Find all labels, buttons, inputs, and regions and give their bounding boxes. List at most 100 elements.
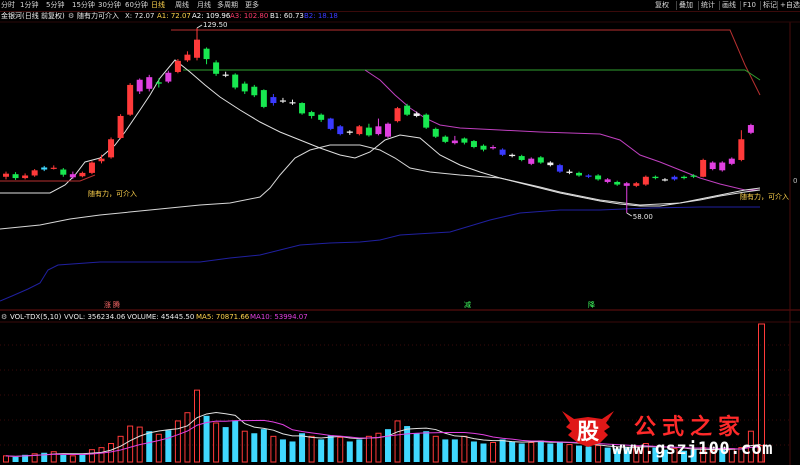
candle-body[interactable] [652, 176, 659, 179]
candle-body[interactable] [633, 183, 640, 186]
volume-bar[interactable] [3, 455, 9, 463]
volume-bar[interactable] [270, 435, 277, 463]
candle-body[interactable] [12, 174, 19, 179]
volume-bar[interactable] [470, 441, 477, 462]
volume-bar[interactable] [423, 431, 430, 462]
volume-bar[interactable] [547, 443, 554, 462]
candle-body[interactable] [213, 62, 220, 74]
candle-body[interactable] [50, 167, 57, 169]
volume-bar[interactable] [60, 454, 67, 462]
candle-body[interactable] [165, 72, 172, 82]
volume-bar[interactable] [385, 429, 391, 462]
candle-body[interactable] [98, 158, 105, 162]
volume-bar[interactable] [499, 439, 506, 462]
candle-body[interactable] [595, 175, 602, 180]
volume-bar[interactable] [241, 430, 248, 463]
volume-bar[interactable] [451, 439, 458, 462]
candle-body[interactable] [308, 112, 315, 116]
candle-body[interactable] [31, 170, 38, 176]
candle-body[interactable] [661, 179, 668, 181]
volume-bar[interactable] [480, 443, 487, 462]
candle-body[interactable] [537, 157, 544, 163]
volume-bar[interactable] [155, 433, 162, 463]
candle-body[interactable] [194, 39, 200, 58]
volume-bar[interactable] [50, 451, 57, 463]
candle-body[interactable] [174, 60, 181, 72]
candle-body[interactable] [79, 172, 86, 177]
candle-body[interactable] [41, 167, 48, 170]
candle-body[interactable] [289, 102, 296, 104]
candle-body[interactable] [623, 183, 630, 186]
candle-body[interactable] [155, 82, 162, 84]
volume-bar[interactable] [337, 436, 344, 463]
volume-bar[interactable] [432, 435, 439, 463]
volume-bar[interactable] [165, 430, 172, 462]
candle-body[interactable] [700, 159, 707, 177]
candle-body[interactable] [432, 128, 439, 137]
candle-body[interactable] [461, 138, 468, 143]
candle-body[interactable] [260, 90, 267, 107]
candle-body[interactable] [108, 139, 115, 158]
volume-bar[interactable] [394, 420, 401, 463]
candle-body[interactable] [413, 113, 420, 116]
volume-bar[interactable] [356, 439, 363, 462]
candle-body[interactable] [184, 54, 191, 61]
candle-body[interactable] [385, 123, 391, 137]
volume-bar[interactable] [279, 439, 286, 462]
candle-body[interactable] [576, 172, 582, 176]
candle-body[interactable] [566, 171, 573, 173]
candle-body[interactable] [232, 74, 239, 88]
candle-body[interactable] [337, 126, 344, 135]
candle-body[interactable] [490, 147, 497, 149]
candle-body[interactable] [728, 158, 735, 164]
candle-body[interactable] [442, 136, 449, 142]
volume-bar[interactable] [346, 441, 353, 462]
volume-bar[interactable] [537, 440, 544, 462]
volume-bar[interactable] [127, 425, 134, 463]
candle-body[interactable] [518, 156, 525, 160]
candle-body[interactable] [556, 165, 563, 172]
volume-bar[interactable] [365, 435, 372, 463]
candle-body[interactable] [60, 169, 67, 175]
candle-body[interactable] [3, 173, 9, 177]
candle-body[interactable] [346, 131, 353, 133]
volume-bar[interactable] [442, 439, 449, 462]
candle-body[interactable] [528, 158, 535, 164]
volume-bar[interactable] [222, 427, 229, 462]
volume-bar[interactable] [232, 420, 239, 462]
volume-bar[interactable] [404, 426, 411, 462]
volume-bar[interactable] [213, 422, 220, 463]
candle-body[interactable] [671, 176, 678, 180]
candle-body[interactable] [299, 103, 306, 114]
candle-body[interactable] [327, 118, 334, 129]
candle-body[interactable] [222, 74, 229, 76]
volume-bar[interactable] [289, 441, 296, 462]
candle-body[interactable] [365, 127, 372, 136]
volume-bar[interactable] [184, 412, 191, 463]
volume-bar[interactable] [69, 455, 76, 463]
volume-bar[interactable] [251, 433, 258, 462]
volume-bar[interactable] [88, 449, 95, 463]
volume-bar[interactable] [490, 441, 497, 463]
candle-body[interactable] [681, 176, 688, 179]
kline-chart[interactable]: 129.50 58.00 随有力，可介入 随有力，可介入 0 涨腾 减 降 [0, 0, 800, 465]
candle-body[interactable] [423, 114, 430, 128]
candle-body[interactable] [470, 141, 477, 148]
candle-body[interactable] [241, 83, 248, 92]
volume-bar[interactable] [79, 453, 86, 462]
candle-body[interactable] [356, 126, 363, 135]
candle-body[interactable] [709, 162, 716, 170]
candle-body[interactable] [69, 174, 76, 178]
volume-indicator-name[interactable]: VOL-TDX(5,10) [10, 312, 61, 322]
candle-body[interactable] [747, 125, 754, 133]
candle-body[interactable] [127, 84, 134, 115]
candle-body[interactable] [642, 176, 649, 185]
candle-body[interactable] [117, 115, 124, 138]
candle-body[interactable] [499, 149, 506, 155]
volume-bar[interactable] [509, 441, 516, 462]
candle-body[interactable] [136, 79, 143, 92]
volume-bar[interactable] [318, 439, 325, 462]
candle-body[interactable] [279, 100, 286, 102]
candle-body[interactable] [375, 126, 382, 135]
volume-bar[interactable] [108, 443, 115, 463]
